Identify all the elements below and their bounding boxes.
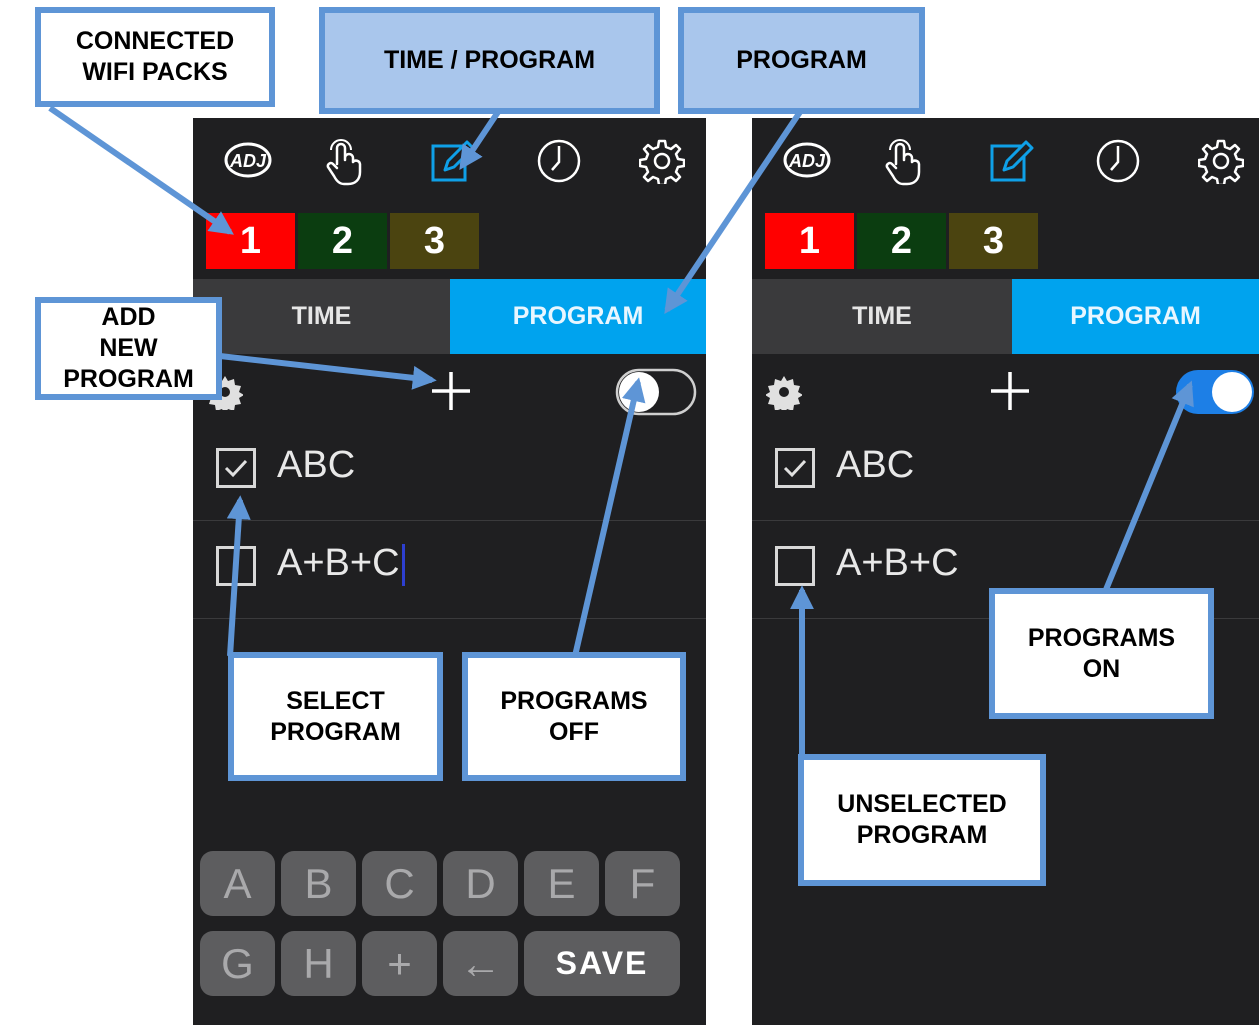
callout-program: PROGRAM <box>678 7 925 114</box>
callout-programs-off: PROGRAMS OFF <box>462 652 686 781</box>
arrow-programs-off <box>572 377 646 657</box>
arrow-add-program <box>219 353 437 390</box>
callout-select-program: SELECT PROGRAM <box>228 652 443 781</box>
callout-unselected-program: UNSELECTED PROGRAM <box>798 754 1046 886</box>
callout-add-new-program: ADD NEW PROGRAM <box>35 297 222 400</box>
arrow-connected-packs <box>48 105 234 235</box>
arrow-select-program <box>226 495 251 657</box>
callout-connected-wifi-packs: CONNECTED WIFI PACKS <box>35 7 275 107</box>
arrow-program <box>664 110 803 314</box>
callout-time-program: TIME / PROGRAM <box>319 7 660 114</box>
callout-arrows <box>48 105 1194 882</box>
arrow-programs-on <box>1102 380 1194 594</box>
arrow-time-program <box>459 110 501 170</box>
callout-programs-on: PROGRAMS ON <box>989 588 1214 719</box>
